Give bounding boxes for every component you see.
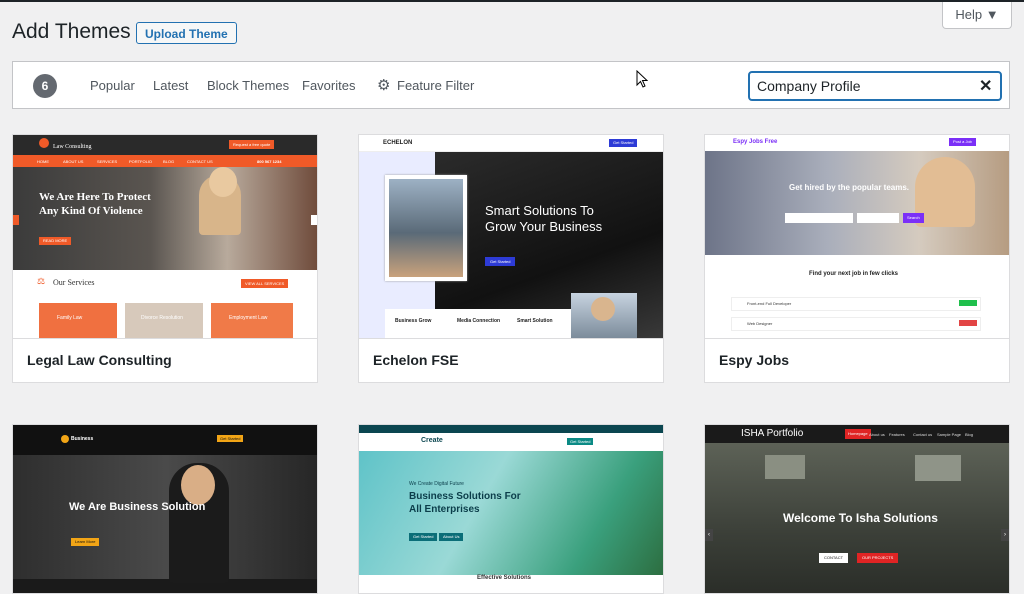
theme-screenshot[interactable]: ECHELON Get Started Smart Solutions To G… — [359, 135, 663, 339]
hero-line-1: We Are Here To Protect — [39, 191, 151, 203]
theme-card-create[interactable]: Create Get Started We Create Digital Fut… — [358, 424, 664, 594]
theme-card-echelon-fse[interactable]: ECHELON Get Started Smart Solutions To G… — [358, 134, 664, 383]
chevron-left-icon[interactable]: ‹ — [705, 529, 713, 541]
theme-filter-bar: 6 Popular Latest Block Themes Favorites … — [12, 61, 1010, 109]
gear-icon[interactable]: ⚙ — [377, 76, 390, 94]
hero-line-2: Any Kind Of Violence — [39, 205, 143, 217]
theme-count-badge: 6 — [33, 74, 57, 98]
theme-screenshot[interactable]: Create Get Started We Create Digital Fut… — [359, 425, 663, 593]
mouse-cursor-icon — [636, 70, 648, 88]
close-icon[interactable]: ✕ — [979, 76, 992, 96]
theme-name[interactable]: Legal Law Consulting — [13, 338, 317, 382]
chevron-right-icon[interactable]: › — [1001, 529, 1009, 541]
tab-block-themes[interactable]: Block Themes — [207, 78, 289, 93]
theme-card-espy-jobs[interactable]: Espy Jobs Free Post a Job Get hired by t… — [704, 134, 1010, 383]
theme-brand: Law Consulting — [53, 144, 92, 150]
theme-screenshot[interactable]: Law Consulting Request a free quote HOME… — [13, 135, 317, 339]
theme-cta: Request a free quote — [229, 140, 275, 149]
upload-theme-button[interactable]: Upload Theme — [136, 22, 237, 44]
theme-screenshot[interactable]: Espy Jobs Free Post a Job Get hired by t… — [705, 135, 1009, 339]
search-input[interactable] — [748, 71, 1002, 101]
theme-name[interactable]: Echelon FSE — [359, 338, 663, 382]
feature-filter-button[interactable]: Feature Filter — [397, 78, 474, 93]
page-title: Add Themes — [12, 20, 131, 43]
theme-card-business[interactable]: Business Get Started We Are Business Sol… — [12, 424, 318, 594]
scale-icon: ⚖ — [37, 276, 46, 286]
tab-favorites[interactable]: Favorites — [302, 78, 355, 93]
tab-popular[interactable]: Popular — [90, 78, 135, 93]
help-button[interactable]: Help ▼ — [942, 2, 1012, 29]
theme-card-legal-law-consulting[interactable]: Law Consulting Request a free quote HOME… — [12, 134, 318, 383]
theme-card-isha-portfolio[interactable]: ISHA Portfolio Homepage About us Feature… — [704, 424, 1010, 594]
tab-latest[interactable]: Latest — [153, 78, 188, 93]
theme-name[interactable]: Espy Jobs — [705, 338, 1009, 382]
theme-screenshot[interactable]: ISHA Portfolio Homepage About us Feature… — [705, 425, 1009, 593]
admin-bar-edge — [0, 0, 1024, 2]
theme-screenshot[interactable]: Business Get Started We Are Business Sol… — [13, 425, 317, 593]
